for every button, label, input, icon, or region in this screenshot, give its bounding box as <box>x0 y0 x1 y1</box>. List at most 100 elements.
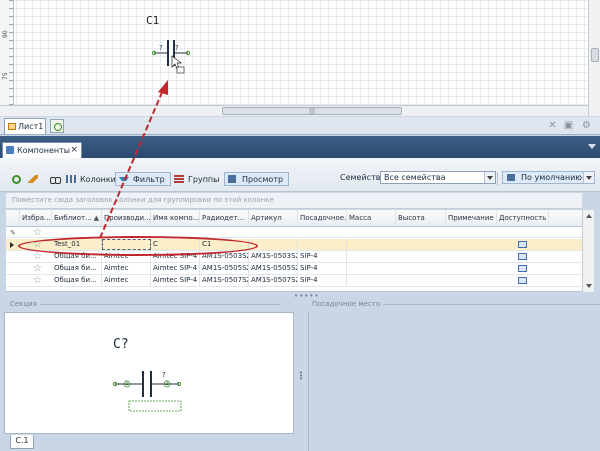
ruler-label: 75 <box>2 72 9 80</box>
section-title: Секция <box>4 300 280 308</box>
add-sheet-button[interactable] <box>50 119 64 133</box>
pin-number: 1 <box>125 380 129 387</box>
availability-icon <box>518 241 527 248</box>
canvas-horizontal-scrollbar[interactable]: ||| <box>0 105 588 116</box>
sheet-tab[interactable]: Лист1 <box>4 118 46 134</box>
view-button[interactable]: Просмотр <box>224 172 290 186</box>
scroll-down-icon[interactable] <box>586 284 592 288</box>
column-header-favorite[interactable]: Избра... <box>20 210 52 226</box>
section-designator: C? <box>113 337 129 352</box>
cell-part: AM1S-0507SZ <box>202 275 249 286</box>
layout-select[interactable]: По умолчанию <box>502 171 595 184</box>
column-header-manufacturer[interactable]: Производи... <box>102 210 151 226</box>
filter-icon <box>119 177 129 181</box>
section-preview[interactable]: C? ? ? 1 2 <box>4 312 294 434</box>
pin-down-icon[interactable] <box>588 144 596 149</box>
column-header-name[interactable]: Имя компо... <box>151 210 200 226</box>
edit-button[interactable] <box>24 172 38 186</box>
cell-footprint: SIP-4 <box>298 275 347 286</box>
layout-icon <box>507 174 515 181</box>
families-select-value: Все семейства <box>384 173 446 182</box>
canvas-vertical-scrollbar[interactable] <box>588 0 600 116</box>
components-panel-header: Компоненты × <box>0 136 600 158</box>
scroll-thumb[interactable]: ||| <box>222 107 402 115</box>
table-row[interactable]: ☆ Общая би... Aimtec Aimtec SIP-4 AM1S-0… <box>6 263 582 275</box>
document-icon[interactable]: ▣ <box>562 119 575 132</box>
components-icon <box>6 146 14 154</box>
column-header-note[interactable]: Примечание <box>446 210 497 226</box>
current-row-icon <box>10 242 14 248</box>
column-header-part[interactable]: Радиодет... <box>200 210 249 226</box>
scroll-up-icon[interactable] <box>586 214 592 218</box>
star-icon[interactable]: ☆ <box>33 251 42 262</box>
capacitor-symbol[interactable] <box>150 36 195 76</box>
group-hint: Поместите сюда заголовок колонки для гру… <box>12 196 274 204</box>
pin-label: ? <box>141 371 145 379</box>
families-label: Семейства <box>340 173 386 182</box>
column-header-availability[interactable]: Доступность <box>497 210 549 226</box>
group-by-area[interactable]: Поместите сюда заголовок колонки для гру… <box>6 193 582 209</box>
column-header-height[interactable]: Высота <box>396 210 446 226</box>
chevron-down-icon[interactable] <box>583 172 594 183</box>
horizontal-splitter[interactable]: ••••• <box>294 292 320 300</box>
grid-header: Избра... Библиот... ▲ Производи... Имя ко… <box>6 210 582 227</box>
highlight-annotation <box>18 236 258 256</box>
column-header-library[interactable]: Библиот... ▲ <box>52 210 102 226</box>
filter-label: Фильтр <box>133 175 165 184</box>
vertical-ruler: 90 75 <box>0 0 14 105</box>
columns-icon <box>66 175 76 183</box>
gear-icon[interactable]: ⚙ <box>580 119 593 132</box>
refresh-button[interactable] <box>8 172 21 186</box>
filter-button[interactable]: Фильтр <box>115 172 171 186</box>
availability-icon <box>518 253 527 260</box>
pin-number: 2 <box>165 380 169 387</box>
groups-button[interactable]: Группы <box>170 172 225 186</box>
cell-article: AM1S-0507SZ <box>251 275 298 286</box>
cell-manufacturer: Aimtec <box>102 275 151 286</box>
sheet-icon <box>8 123 16 130</box>
footprint-title: Посадочное место <box>304 300 600 308</box>
star-icon[interactable]: ☆ <box>33 275 42 286</box>
search-button[interactable] <box>46 172 61 186</box>
view-icon <box>228 175 236 183</box>
vertical-splitter[interactable]: • • • <box>299 370 303 383</box>
pin-label: ? <box>162 371 166 379</box>
column-header-footprint[interactable]: Посадочное... <box>298 210 347 226</box>
groups-label: Группы <box>188 175 220 184</box>
star-icon[interactable]: ☆ <box>33 227 42 238</box>
ruler-label: 90 <box>2 30 9 38</box>
close-icon[interactable]: ✕ <box>546 119 559 132</box>
star-icon[interactable]: ☆ <box>33 263 42 274</box>
cell-part: AM1S-0505SZ <box>202 263 249 274</box>
cell-name: Aimtec SIP-4 <box>151 263 200 274</box>
drawing-canvas[interactable]: 90 75 C1 ? ? <box>0 0 588 105</box>
capacitor-designator[interactable]: C1 <box>146 14 159 27</box>
sort-asc-icon: ▲ <box>93 214 99 222</box>
cell-footprint: SIP-4 <box>298 251 347 262</box>
column-header-label: Библиот... <box>54 214 92 222</box>
pin-label: ? <box>175 44 179 52</box>
cell-library: Общая би... <box>52 263 102 274</box>
binoculars-icon <box>50 175 61 184</box>
scroll-thumb[interactable] <box>591 48 599 62</box>
tab-label: Компоненты <box>17 146 71 155</box>
row-indicator-header <box>6 210 20 226</box>
pin-icon: ✎ <box>10 229 16 237</box>
footprint-preview[interactable] <box>308 312 596 451</box>
families-select[interactable]: Все семейства <box>380 171 496 184</box>
groups-icon <box>174 175 184 183</box>
cell-article: AM1S-0505SZ <box>251 263 298 274</box>
column-header-article[interactable]: Артикул <box>249 210 298 226</box>
view-label: Просмотр <box>242 175 284 184</box>
section-tab-label: C.1 <box>15 436 29 445</box>
grid-vertical-scrollbar[interactable] <box>582 210 594 292</box>
close-icon[interactable]: × <box>70 143 78 158</box>
section-tab[interactable]: C.1 <box>10 435 34 449</box>
toolbar-separator <box>497 172 498 186</box>
cell-article: AM1S-0503SZ <box>251 251 298 262</box>
columns-button[interactable]: Колонки <box>62 172 122 186</box>
table-row[interactable]: ☆ Общая би... Aimtec Aimtec SIP-4 AM1S-0… <box>6 275 582 287</box>
chevron-down-icon[interactable] <box>484 172 495 183</box>
column-header-mass[interactable]: Масса <box>347 210 396 226</box>
tab-components[interactable]: Компоненты × <box>2 142 82 158</box>
